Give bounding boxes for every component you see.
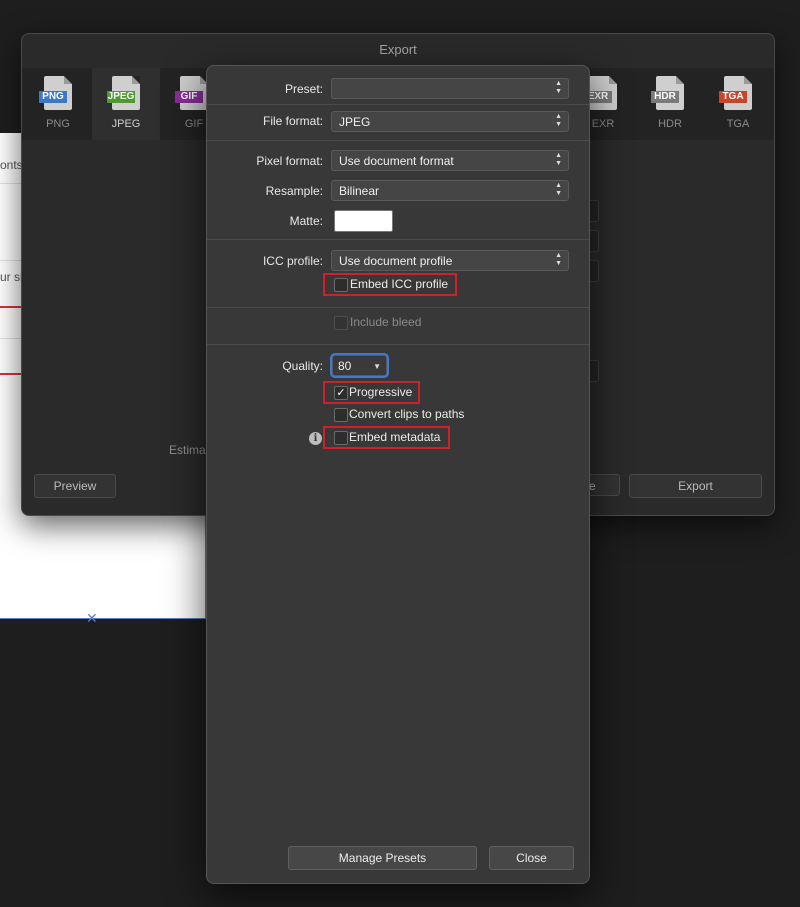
format-tab-hdr[interactable]: HDR HDR (636, 68, 704, 140)
preset-label: Preset: (284, 82, 323, 96)
format-label: JPEG (111, 118, 141, 130)
icc-profile-label: ICC profile: (262, 254, 323, 268)
matte-color-swatch[interactable] (334, 210, 393, 232)
divider (207, 239, 589, 240)
file-format-value: JPEG (339, 115, 371, 129)
stepper-arrows-icon: ▲ ▼ (555, 152, 562, 167)
include-bleed-label: Include bleed (350, 315, 422, 329)
progressive-checkbox[interactable]: ✓ (334, 386, 348, 400)
canvas-divider (0, 338, 22, 339)
convert-clips-label: Convert clips to paths (349, 407, 465, 421)
stepper-arrows-icon: ▲ ▼ (555, 113, 562, 128)
pixel-format-label: Pixel format: (256, 154, 323, 168)
format-tag: HDR (651, 91, 679, 103)
format-label: TGA (726, 118, 750, 130)
preset-select[interactable]: ▲ ▼ (331, 78, 569, 99)
embed-icc-checkbox[interactable] (334, 278, 348, 292)
canvas-text-fragment: ur si (0, 270, 23, 284)
stepper-arrows-icon: ▲ ▼ (555, 252, 562, 267)
resample-value: Bilinear (339, 184, 380, 198)
stepper-arrows-icon: ▲ ▼ (555, 80, 562, 95)
embed-metadata-label: Embed metadata (349, 430, 441, 444)
include-bleed-checkbox[interactable] (334, 316, 348, 330)
format-label: HDR (658, 118, 682, 130)
export-button[interactable]: Export (629, 474, 762, 498)
quality-label: Quality: (282, 359, 323, 373)
transform-handle-icon[interactable]: ✕ (86, 610, 98, 627)
format-tab-jpeg[interactable]: JPEG JPEG (92, 68, 160, 140)
canvas-divider (0, 260, 22, 261)
embed-metadata-checkbox[interactable] (334, 431, 348, 445)
icc-profile-select[interactable]: Use document profile ▲ ▼ (331, 250, 569, 271)
divider (207, 344, 589, 345)
format-tag: JPEG (107, 91, 135, 103)
estimate-label: Estima (169, 443, 206, 457)
format-label: PNG (46, 118, 70, 130)
quality-combo[interactable]: 80 ▼ (332, 355, 387, 376)
divider (207, 140, 589, 141)
canvas-text-fragment: onts (0, 158, 23, 172)
manage-presets-button[interactable]: Manage Presets (288, 846, 477, 870)
format-tag: TGA (719, 91, 747, 103)
close-button[interactable]: Close (489, 846, 574, 870)
dropdown-caret-icon: ▼ (373, 362, 381, 371)
quality-value: 80 (338, 359, 352, 373)
stepper-arrows-icon: ▲ ▼ (555, 182, 562, 197)
format-tab-tga[interactable]: TGA TGA (704, 68, 772, 140)
pixel-format-value: Use document format (339, 154, 454, 168)
divider (207, 307, 589, 308)
resample-select[interactable]: Bilinear ▲ ▼ (331, 180, 569, 201)
resample-label: Resample: (265, 184, 323, 198)
file-format-label: File format: (262, 114, 323, 128)
format-options-panel: Preset: ▲ ▼ File format: JPEG ▲ ▼ Pixel fo… (206, 65, 590, 884)
preview-button[interactable]: Preview (34, 474, 116, 498)
info-icon[interactable]: i (309, 432, 322, 445)
format-tab-png[interactable]: PNG PNG (24, 68, 92, 140)
progressive-label: Progressive (349, 385, 413, 399)
icc-profile-value: Use document profile (339, 254, 453, 268)
divider (207, 104, 589, 105)
embed-icc-label: Embed ICC profile (350, 277, 449, 291)
pixel-format-select[interactable]: Use document format ▲ ▼ (331, 150, 569, 171)
format-tag: GIF (175, 91, 203, 103)
export-window-title: Export (379, 42, 417, 57)
canvas-divider (0, 183, 22, 184)
matte-label: Matte: (289, 214, 323, 228)
format-tag: PNG (39, 91, 67, 103)
canvas-red-line (0, 373, 22, 375)
file-format-select[interactable]: JPEG ▲ ▼ (331, 111, 569, 132)
convert-clips-checkbox[interactable] (334, 408, 348, 422)
canvas-red-line (0, 306, 22, 308)
